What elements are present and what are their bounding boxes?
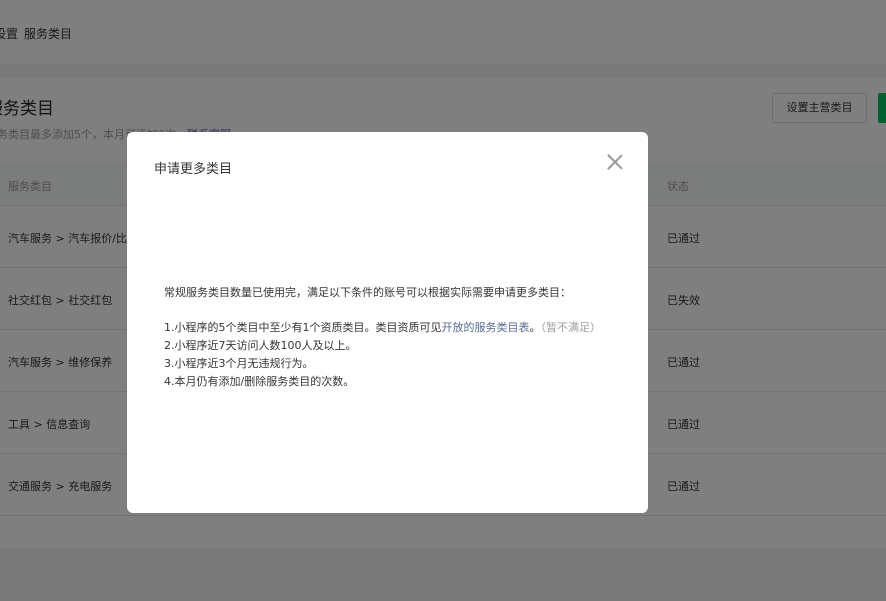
dialog-intro: 常规服务类目数量已使用完，满足以下条件的账号可以根据实际需要申请更多类目： (164, 286, 571, 299)
condition-item: 3.小程序近3个月无违规行为。 (164, 357, 314, 370)
close-icon[interactable] (604, 151, 626, 173)
category-table-link[interactable]: 开放的服务类目表 (442, 321, 530, 334)
condition-item: 4.本月仍有添加/删除服务类目的次数。 (164, 375, 355, 388)
condition-status: （暂不满足） (540, 321, 602, 334)
condition-item: 2.小程序近7天访问人数100人及以上。 (164, 339, 357, 352)
condition-text: 1.小程序的5个类目中至少有1个资质类目。类目资质可见 (164, 321, 442, 334)
dialog-title: 申请更多类目 (154, 162, 233, 177)
condition-list: 1.小程序的5个类目中至少有1个资质类目。类目资质可见开放的服务类目表。（暂不满… (164, 319, 601, 391)
apply-more-categories-dialog: 申请更多类目 常规服务类目数量已使用完，满足以下条件的账号可以根据实际需要申请更… (127, 132, 648, 513)
condition-suffix: 。 (529, 321, 541, 334)
condition-item: 1.小程序的5个类目中至少有1个资质类目。类目资质可见开放的服务类目表。（暂不满… (164, 319, 601, 337)
